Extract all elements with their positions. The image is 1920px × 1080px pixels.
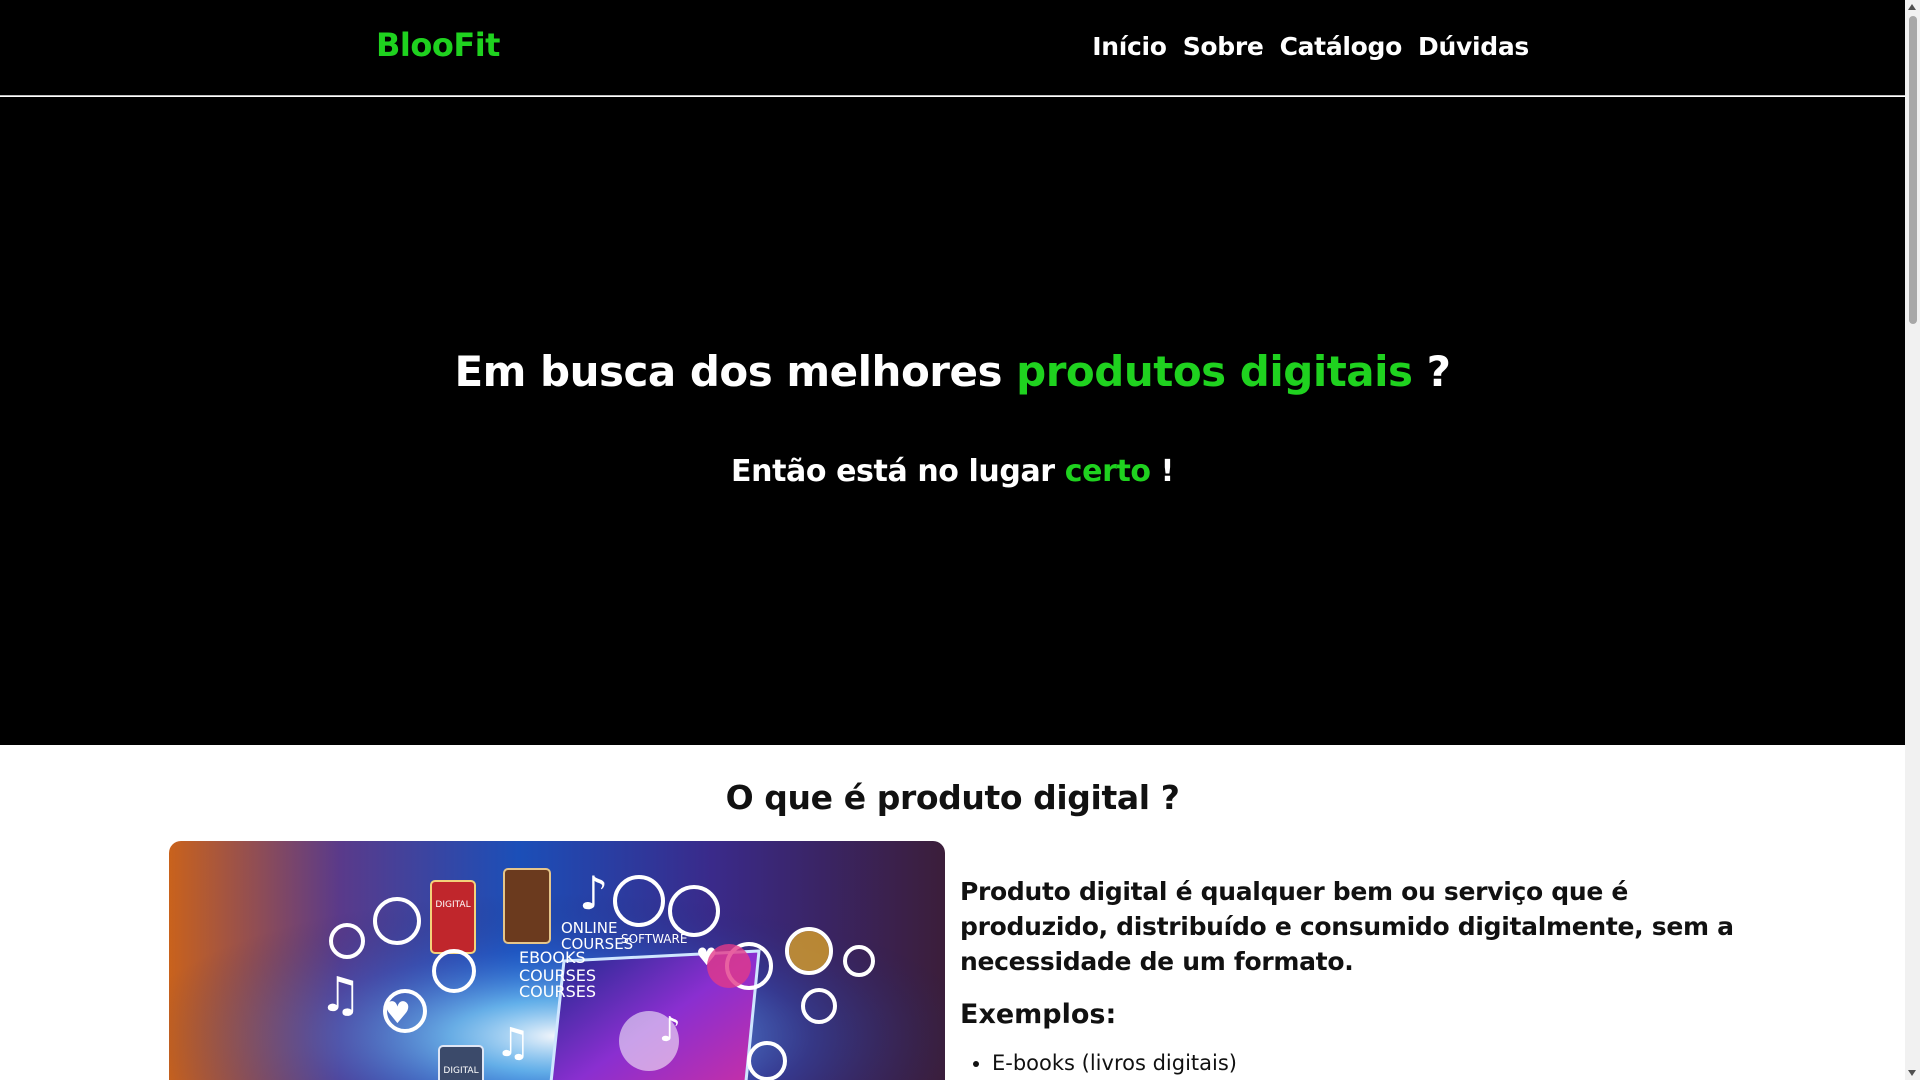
scrollbar-thumb[interactable]: [1909, 16, 1917, 324]
nav-link-inicio[interactable]: Início: [1092, 32, 1167, 61]
hero-subtitle-text: Então está no lugar: [731, 454, 1065, 489]
color-wheel-icon: [707, 944, 751, 988]
nav-link-duvidas[interactable]: Dúvidas: [1418, 32, 1529, 61]
navbar: BlooFit Início Sobre Catálogo Dúvidas: [0, 0, 1905, 96]
hero-title: Em busca dos melhores produtos digitais …: [0, 347, 1905, 396]
example-item: E-books (livros digitais): [992, 1051, 1237, 1075]
digital-products-illustration: DIGITAL DIGITAL EBOOKS COURSES COURSES O…: [169, 841, 945, 1080]
scroll-up-icon[interactable]: [1908, 4, 1916, 10]
hero-title-accent: produtos digitais: [1016, 347, 1413, 396]
svg-text:♫: ♫: [495, 1020, 531, 1066]
illustration-label: DIGITAL: [435, 900, 470, 910]
svg-text:♪: ♪: [579, 866, 608, 920]
nav-link-sobre[interactable]: Sobre: [1183, 32, 1264, 61]
svg-text:♪: ♪: [659, 1010, 681, 1050]
illustration-label: DIGITAL: [443, 1066, 478, 1076]
illustration-label: COURSES: [519, 982, 596, 1001]
svg-text:♥: ♥: [384, 996, 411, 1031]
page: BlooFit Início Sobre Catálogo Dúvidas Em…: [0, 0, 1905, 1080]
section-title: O que é produto digital ?: [725, 778, 1180, 817]
examples-heading: Exemplos:: [960, 999, 1117, 1030]
hero-subtitle-accent: certo: [1064, 454, 1151, 489]
chrome-like-icon: [789, 931, 829, 971]
main-nav: Início Sobre Catálogo Dúvidas: [1092, 32, 1529, 61]
examples-list: E-books (livros digitais): [992, 1051, 1237, 1075]
hero-section: Em busca dos melhores produtos digitais …: [0, 97, 1905, 745]
hero-subtitle: Então está no lugar certo !: [0, 454, 1905, 489]
svg-text:♫: ♫: [319, 967, 362, 1023]
brand-logo[interactable]: BlooFit: [376, 26, 500, 64]
illustration-label: SOFTWARE: [621, 932, 687, 946]
product-description: Produto digital é qualquer bem ou serviç…: [960, 877, 1734, 976]
illustration-graphic: DIGITAL DIGITAL EBOOKS COURSES COURSES O…: [169, 841, 945, 1080]
page-scrollbar[interactable]: [1905, 0, 1920, 1080]
hero-title-text: Em busca dos melhores: [454, 347, 1017, 396]
nav-link-catalogo[interactable]: Catálogo: [1280, 32, 1403, 61]
hero-subtitle-end: !: [1150, 454, 1175, 489]
scroll-down-icon[interactable]: [1908, 1070, 1916, 1076]
hero-title-end: ?: [1412, 347, 1451, 396]
